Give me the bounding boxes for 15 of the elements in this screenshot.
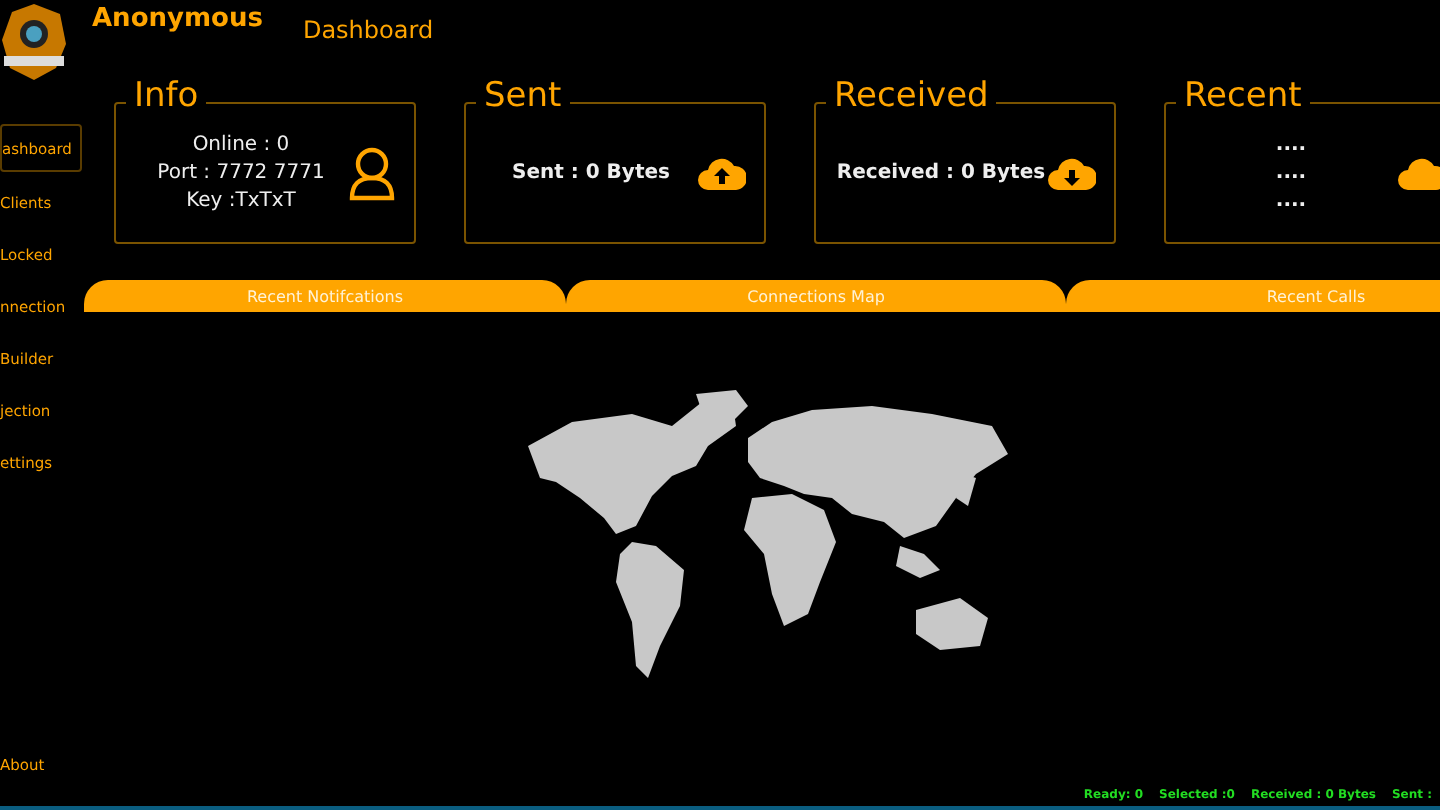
card-text: Key :TxTxT xyxy=(186,187,296,215)
card-text: Online : 0 xyxy=(192,131,290,159)
page-title: Dashboard xyxy=(302,16,434,44)
cloud-download-icon xyxy=(1048,155,1096,191)
card-text: .... xyxy=(1275,159,1307,187)
card-text: Sent : 0 Bytes xyxy=(512,159,670,187)
card-text: .... xyxy=(1275,187,1307,215)
user-icon xyxy=(348,145,396,201)
cloud-upload-icon xyxy=(698,155,746,191)
app-title: Anonymous xyxy=(92,4,263,34)
card-text: .... xyxy=(1275,131,1307,159)
hooded-figure-logo xyxy=(0,4,68,84)
card-text: Received : 0 Bytes xyxy=(836,159,1046,187)
cloud-icon xyxy=(1398,155,1440,191)
card-text: Port : 7772 7771 xyxy=(157,159,325,187)
